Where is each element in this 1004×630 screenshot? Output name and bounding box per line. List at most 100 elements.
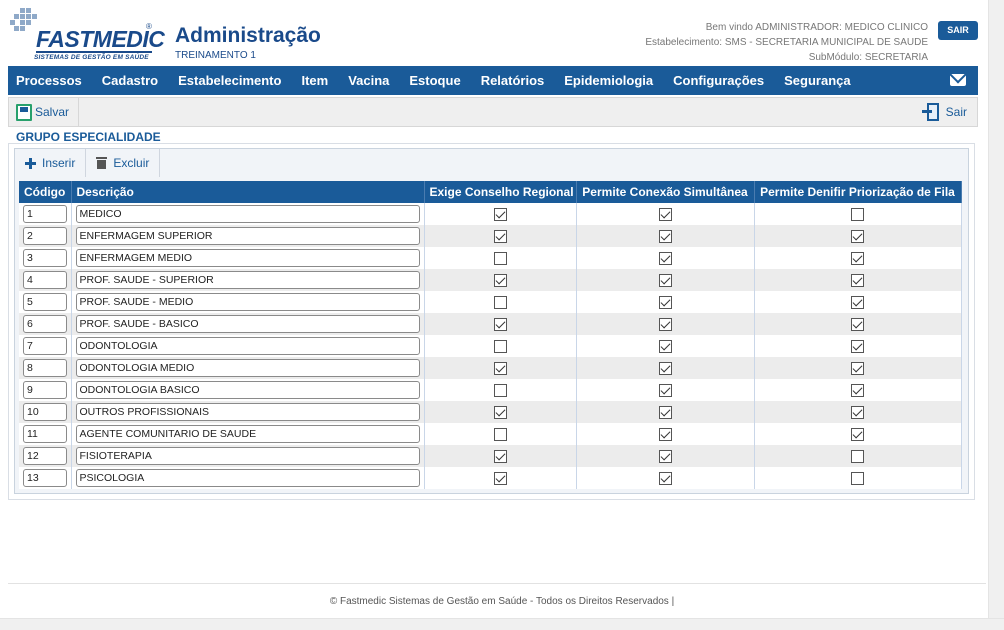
menu-item-relatorios[interactable]: Relatórios bbox=[481, 73, 545, 88]
insert-label: Inserir bbox=[42, 156, 76, 170]
conselho-checkbox[interactable] bbox=[493, 361, 507, 375]
conselho-checkbox[interactable] bbox=[493, 295, 507, 309]
code-input[interactable]: 5 bbox=[23, 293, 67, 311]
fila-checkbox[interactable] bbox=[851, 427, 864, 441]
code-input[interactable]: 9 bbox=[23, 381, 67, 399]
conselho-checkbox[interactable] bbox=[493, 339, 507, 353]
description-input[interactable]: PROF. SAUDE - MEDIO bbox=[75, 293, 420, 311]
fila-checkbox[interactable] bbox=[851, 317, 864, 331]
table-row: 12 FISIOTERAPIA bbox=[19, 445, 962, 467]
panel-inner: Inserir Excluir Código Descrição Exige C… bbox=[14, 148, 969, 494]
code-input[interactable]: 10 bbox=[23, 403, 67, 421]
conselho-checkbox[interactable] bbox=[493, 207, 507, 221]
fila-checkbox[interactable] bbox=[851, 383, 864, 397]
code-input[interactable]: 4 bbox=[23, 271, 67, 289]
conexao-cell bbox=[576, 291, 755, 313]
conexao-checkbox[interactable] bbox=[658, 405, 672, 419]
menu-item-estabelecimento[interactable]: Estabelecimento bbox=[178, 73, 281, 88]
code-input[interactable]: 13 bbox=[23, 469, 67, 487]
code-input[interactable]: 12 bbox=[23, 447, 67, 465]
conselho-checkbox[interactable] bbox=[493, 251, 507, 265]
menu-item-item[interactable]: Item bbox=[301, 73, 328, 88]
conexao-cell bbox=[576, 269, 755, 291]
conexao-cell bbox=[576, 467, 755, 489]
horizontal-scrollbar[interactable] bbox=[0, 618, 1004, 630]
code-input[interactable]: 8 bbox=[23, 359, 67, 377]
conexao-checkbox[interactable] bbox=[658, 471, 672, 485]
menu-item-seguranca[interactable]: Segurança bbox=[784, 73, 850, 88]
code-cell: 4 bbox=[19, 269, 72, 291]
conexao-checkbox[interactable] bbox=[658, 295, 672, 309]
description-input[interactable]: FISIOTERAPIA bbox=[75, 447, 420, 465]
description-input[interactable]: ODONTOLOGIA BASICO bbox=[75, 381, 420, 399]
delete-button[interactable]: Excluir bbox=[86, 149, 161, 177]
conselho-cell bbox=[424, 335, 577, 357]
conexao-checkbox[interactable] bbox=[658, 273, 672, 287]
exit-icon bbox=[921, 103, 940, 121]
menu-item-cadastro[interactable]: Cadastro bbox=[102, 73, 158, 88]
description-input[interactable]: PSICOLOGIA bbox=[75, 469, 420, 487]
logout-button[interactable]: SAIR bbox=[938, 21, 978, 40]
fila-checkbox[interactable] bbox=[851, 295, 864, 309]
conselho-checkbox[interactable] bbox=[493, 449, 507, 463]
conselho-checkbox[interactable] bbox=[493, 317, 507, 331]
fila-checkbox[interactable] bbox=[851, 273, 864, 287]
fila-checkbox[interactable] bbox=[851, 361, 864, 375]
code-input[interactable]: 11 bbox=[23, 425, 67, 443]
conexao-checkbox[interactable] bbox=[658, 317, 672, 331]
menu-item-estoque[interactable]: Estoque bbox=[409, 73, 460, 88]
fila-checkbox[interactable] bbox=[851, 471, 864, 485]
menu-item-configuracoes[interactable]: Configurações bbox=[673, 73, 764, 88]
fila-cell bbox=[754, 269, 962, 291]
conselho-cell bbox=[424, 357, 577, 379]
fila-checkbox[interactable] bbox=[851, 251, 864, 265]
table-row: 13 PSICOLOGIA bbox=[19, 467, 962, 489]
description-cell: ODONTOLOGIA MEDIO bbox=[71, 357, 425, 379]
conexao-checkbox[interactable] bbox=[658, 427, 672, 441]
conselho-checkbox[interactable] bbox=[493, 229, 507, 243]
insert-button[interactable]: Inserir bbox=[15, 149, 87, 177]
description-input[interactable]: ODONTOLOGIA bbox=[75, 337, 420, 355]
fila-checkbox[interactable] bbox=[851, 339, 864, 353]
fila-checkbox[interactable] bbox=[851, 405, 864, 419]
description-input[interactable]: ENFERMAGEM SUPERIOR bbox=[75, 227, 420, 245]
save-icon bbox=[16, 103, 32, 121]
code-input[interactable]: 3 bbox=[23, 249, 67, 267]
conexao-checkbox[interactable] bbox=[658, 339, 672, 353]
menu-item-epidemiologia[interactable]: Epidemiologia bbox=[564, 73, 653, 88]
code-input[interactable]: 2 bbox=[23, 227, 67, 245]
conexao-checkbox[interactable] bbox=[658, 449, 672, 463]
code-input[interactable]: 1 bbox=[23, 205, 67, 223]
fila-checkbox[interactable] bbox=[851, 207, 864, 221]
description-input[interactable]: OUTROS PROFISSIONAIS bbox=[75, 403, 420, 421]
vertical-scrollbar[interactable] bbox=[988, 0, 1004, 630]
fila-checkbox[interactable] bbox=[851, 229, 864, 243]
exit-button[interactable]: Sair bbox=[921, 98, 967, 126]
description-input[interactable]: PROF. SAUDE - SUPERIOR bbox=[75, 271, 420, 289]
conexao-checkbox[interactable] bbox=[658, 251, 672, 265]
table-row: 1 MEDICO bbox=[19, 203, 962, 225]
conexao-checkbox[interactable] bbox=[658, 361, 672, 375]
conexao-checkbox[interactable] bbox=[658, 383, 672, 397]
description-input[interactable]: ENFERMAGEM MEDIO bbox=[75, 249, 420, 267]
description-input[interactable]: AGENTE COMUNITARIO DE SAUDE bbox=[75, 425, 420, 443]
mail-icon[interactable] bbox=[950, 74, 966, 86]
menu-item-processos[interactable]: Processos bbox=[16, 73, 82, 88]
code-cell: 6 bbox=[19, 313, 72, 335]
conselho-checkbox[interactable] bbox=[493, 383, 507, 397]
header: FASTMEDIC ® SISTEMAS DE GESTÃO EM SAÚDE … bbox=[8, 0, 978, 66]
conexao-checkbox[interactable] bbox=[658, 207, 672, 221]
description-input[interactable]: MEDICO bbox=[75, 205, 420, 223]
description-input[interactable]: PROF. SAUDE - BASICO bbox=[75, 315, 420, 333]
menu-item-vacina[interactable]: Vacina bbox=[348, 73, 389, 88]
conselho-checkbox[interactable] bbox=[493, 471, 507, 485]
save-button[interactable]: Salvar bbox=[9, 98, 80, 126]
conselho-checkbox[interactable] bbox=[493, 427, 507, 441]
conexao-checkbox[interactable] bbox=[658, 229, 672, 243]
description-input[interactable]: ODONTOLOGIA MEDIO bbox=[75, 359, 420, 377]
code-input[interactable]: 6 bbox=[23, 315, 67, 333]
conselho-checkbox[interactable] bbox=[493, 273, 507, 287]
code-input[interactable]: 7 bbox=[23, 337, 67, 355]
fila-checkbox[interactable] bbox=[851, 449, 864, 463]
conselho-checkbox[interactable] bbox=[493, 405, 507, 419]
